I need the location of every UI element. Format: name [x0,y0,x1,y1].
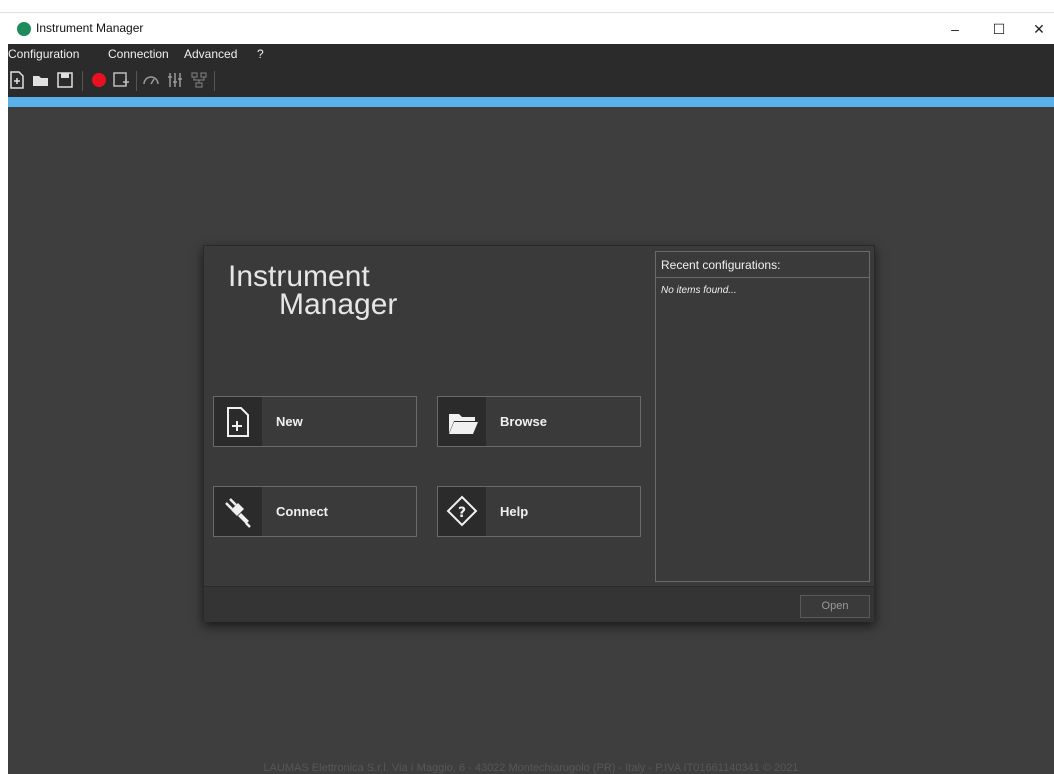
gauge-icon[interactable] [142,71,160,89]
open-folder-icon[interactable] [32,71,50,89]
footer-text: LAUMAS Elettronica S.r.l. Via I Maggio, … [263,762,799,774]
new-label: New [276,414,303,429]
menu-bar: Configuration Connection Advanced ? [8,44,1054,64]
help-diamond-icon: ? [438,487,486,536]
open-folder-icon [438,397,486,446]
plug-icon [214,487,262,536]
network-icon[interactable] [190,71,208,89]
new-button[interactable]: New [213,396,417,447]
save-icon[interactable] [56,71,74,89]
toolbar-separator [82,71,83,91]
logo-manager: Manager [279,288,398,321]
new-file-icon[interactable] [8,71,26,89]
recent-empty-message: No items found... [661,285,737,296]
close-button[interactable]: ✕ [1024,17,1054,41]
open-button[interactable]: Open [800,595,870,618]
recent-configurations-title: Recent configurations: [656,252,869,278]
title-bar: Instrument Manager – ☐ ✕ [0,12,1054,45]
minimize-button[interactable]: – [940,17,970,41]
toolbar-separator [214,71,215,91]
record-icon[interactable] [90,71,108,89]
help-button[interactable]: ? Help [437,486,641,537]
menu-advanced[interactable]: Advanced [184,47,237,61]
svg-text:?: ? [458,505,466,521]
help-label: Help [500,504,529,519]
toolbar [8,64,1054,97]
menu-help[interactable]: ? [257,47,264,61]
connect-button[interactable]: Connect [213,486,417,537]
accent-bar [8,97,1054,107]
browse-button[interactable]: Browse [437,396,641,447]
sliders-icon[interactable] [166,71,184,89]
browse-label: Browse [500,414,547,429]
dialog-footer: Open [204,586,874,622]
maximize-button[interactable]: ☐ [984,17,1014,41]
save-config-icon[interactable] [112,71,130,89]
toolbar-separator [136,71,137,91]
menu-connection[interactable]: Connection [108,47,169,61]
menu-configuration[interactable]: Configuration [8,47,79,61]
connect-label: Connect [276,504,328,519]
start-dialog: Instrument Manager New Browse Connect ? … [203,245,875,622]
app-icon [17,22,31,36]
new-file-icon [214,397,262,446]
window-title: Instrument Manager [36,21,144,35]
recent-configurations-panel: Recent configurations: No items found... [655,251,870,582]
